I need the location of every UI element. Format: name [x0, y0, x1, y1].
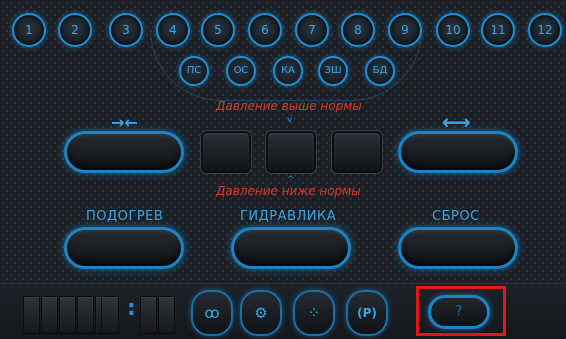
channel-button-3[interactable]: 3 [109, 13, 143, 47]
expand-button[interactable] [398, 131, 518, 173]
mode-button-bd[interactable]: БД [365, 56, 395, 86]
channel-button-10[interactable]: 10 [436, 13, 470, 47]
help-button[interactable]: ? [428, 295, 490, 329]
channel-button-5[interactable]: 5 [201, 13, 235, 47]
channel-button-6[interactable]: 6 [248, 13, 282, 47]
channel-button-9[interactable]: 9 [388, 13, 422, 47]
time-segment [101, 296, 119, 334]
time-segment [77, 296, 94, 334]
time-segment [59, 296, 76, 334]
time-segment [140, 296, 157, 334]
mode-button-zsh[interactable]: ЗШ [318, 56, 348, 86]
channel-button-11[interactable]: 11 [481, 13, 515, 47]
time-colon: : [127, 296, 136, 321]
hydraulics-button[interactable] [231, 227, 351, 269]
compress-button[interactable] [64, 131, 184, 173]
gear-button[interactable]: ⚙ [240, 290, 282, 336]
parking-icon: (P) [357, 306, 377, 320]
pressure-indicator-left [201, 131, 251, 173]
loading-dots-icon: ⁘ [307, 304, 321, 322]
reset-label: СБРОС [432, 209, 480, 224]
time-segment [158, 296, 175, 334]
channel-button-4[interactable]: 4 [156, 13, 190, 47]
pressure-above-warning: Давление выше нормы [216, 99, 362, 113]
coil-icon: ꝏ [204, 304, 220, 322]
loading-button[interactable]: ⁘ [293, 290, 335, 336]
mode-button-ps[interactable]: ПС [179, 56, 209, 86]
mode-button-ka[interactable]: КА [273, 56, 303, 86]
compress-arrows-icon: →← [111, 113, 138, 132]
time-segment [41, 296, 58, 334]
gear-icon: ⚙ [254, 304, 268, 322]
channel-button-7[interactable]: 7 [295, 13, 329, 47]
pressure-below-warning: Давление ниже нормы [216, 184, 361, 198]
heating-button[interactable] [64, 227, 184, 269]
hydraulics-label: ГИДРАВЛИКА [240, 209, 337, 224]
heating-label: ПОДОГРЕВ [86, 209, 164, 224]
channel-button-8[interactable]: 8 [341, 13, 375, 47]
channel-button-2[interactable]: 2 [58, 13, 92, 47]
time-segment [23, 296, 40, 334]
coil-button[interactable]: ꝏ [191, 290, 233, 336]
pressure-indicator-center [266, 131, 316, 173]
mode-button-os[interactable]: ОС [226, 56, 256, 86]
parking-button[interactable]: (P) [346, 290, 388, 336]
reset-button[interactable] [398, 227, 518, 269]
caret-down-icon: v [287, 115, 293, 125]
channel-button-1[interactable]: 1 [12, 13, 46, 47]
channel-button-12[interactable]: 12 [528, 13, 562, 47]
pressure-indicator-right [332, 131, 382, 173]
